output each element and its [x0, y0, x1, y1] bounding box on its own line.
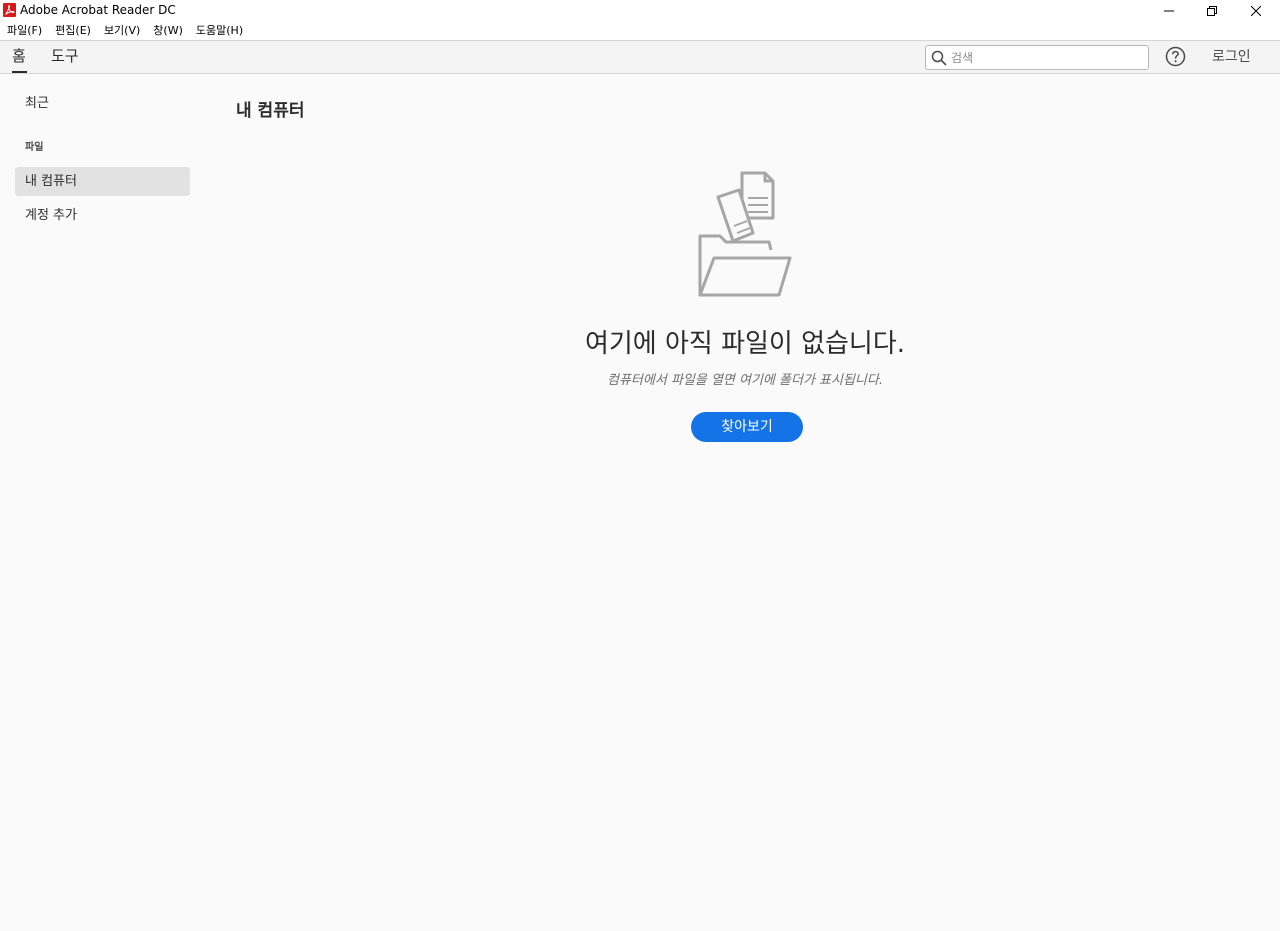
- tab-bar: 홈 도구 로그인: [0, 40, 1280, 74]
- sidebar: 최근 파일 내 컴퓨터 계정 추가: [0, 75, 205, 931]
- menu-view[interactable]: 보기(V): [100, 23, 144, 38]
- search-input[interactable]: [951, 47, 1141, 68]
- menu-bar: 파일(F) 편집(E) 보기(V) 창(W) 도움말(H): [0, 21, 1280, 40]
- minimize-icon: [1164, 10, 1174, 11]
- tab-home[interactable]: 홈: [12, 45, 26, 67]
- sidebar-item-my-computer-label[interactable]: 내 컴퓨터: [25, 173, 77, 191]
- tab-tools[interactable]: 도구: [51, 45, 79, 67]
- window-title: Adobe Acrobat Reader DC: [20, 3, 176, 17]
- search-icon: [931, 50, 947, 66]
- menu-window[interactable]: 창(W): [149, 23, 187, 38]
- sidebar-item-recent[interactable]: 최근: [25, 95, 49, 113]
- browse-button[interactable]: 찾아보기: [691, 412, 803, 442]
- restore-icon: [1207, 5, 1217, 16]
- empty-state-title: 여기에 아직 파일이 없습니다.: [584, 329, 906, 359]
- minimize-button[interactable]: [1147, 0, 1191, 21]
- menu-edit[interactable]: 편집(E): [51, 23, 95, 38]
- close-button[interactable]: [1234, 0, 1278, 21]
- folder-with-document-icon: [698, 171, 792, 297]
- page-title: 내 컴퓨터: [236, 101, 305, 121]
- question-circle-icon[interactable]: [1165, 46, 1186, 67]
- tab-home-underline: [12, 71, 27, 73]
- menu-file[interactable]: 파일(F): [3, 23, 46, 38]
- sidebar-section-files: 파일: [25, 142, 44, 153]
- acrobat-logo-icon: [3, 3, 16, 17]
- title-bar: Adobe Acrobat Reader DC: [0, 0, 1280, 21]
- sidebar-item-add-account[interactable]: 계정 추가: [25, 207, 77, 225]
- signin-link[interactable]: 로그인: [1212, 47, 1251, 67]
- empty-state-subtitle: 컴퓨터에서 파일을 열면 여기에 폴더가 표시됩니다.: [607, 373, 883, 388]
- menu-help[interactable]: 도움말(H): [192, 23, 247, 38]
- close-icon: [1251, 5, 1261, 16]
- search-box[interactable]: [925, 45, 1149, 70]
- restore-button[interactable]: [1190, 0, 1234, 21]
